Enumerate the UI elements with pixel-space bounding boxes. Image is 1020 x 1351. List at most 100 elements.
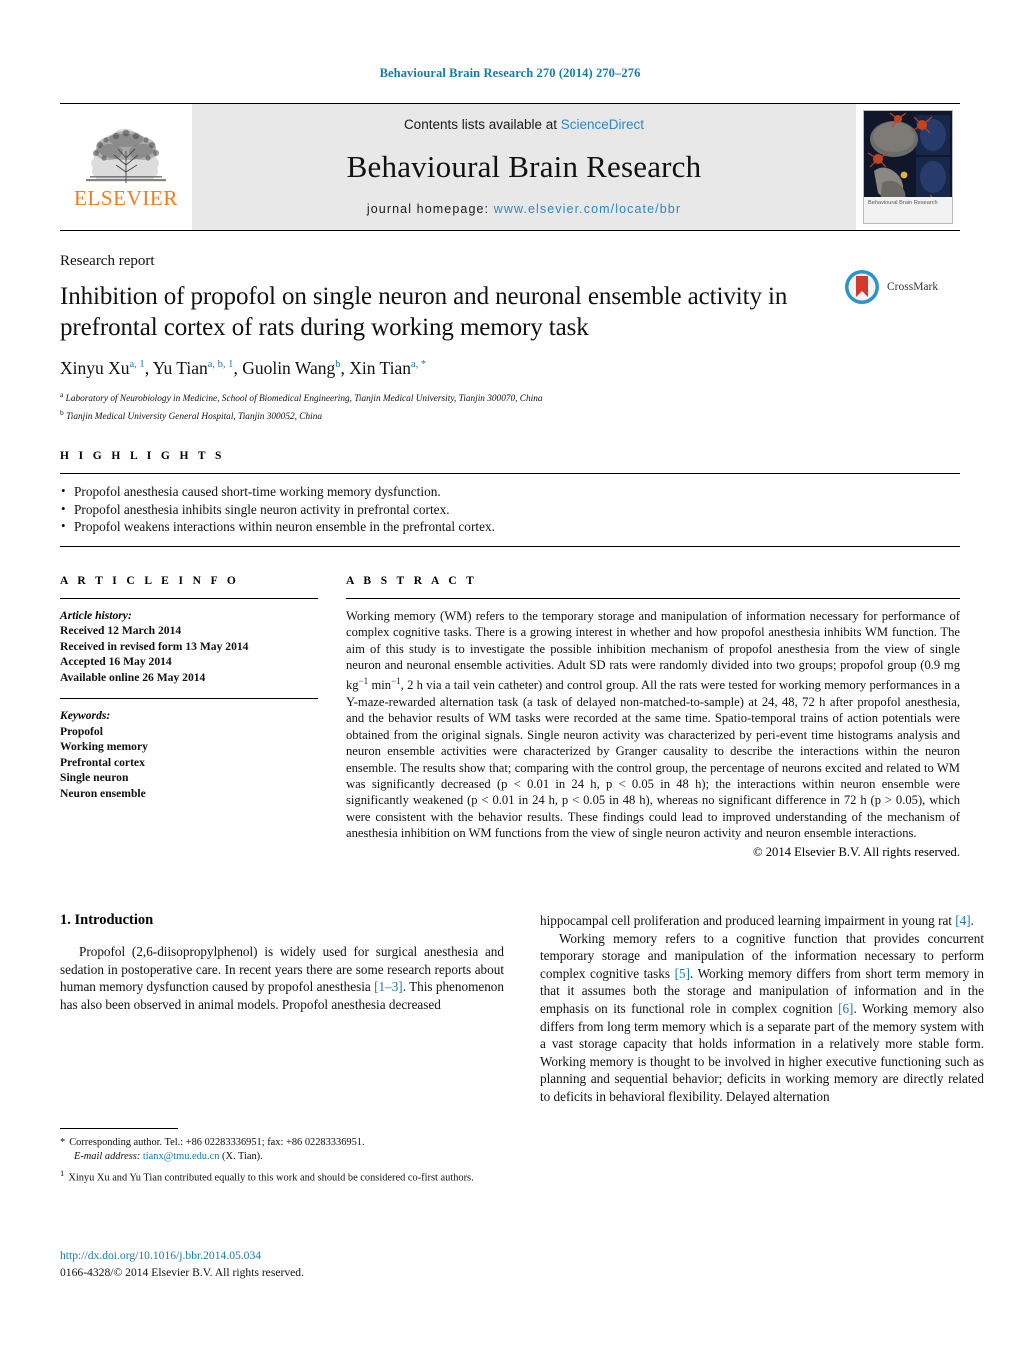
affiliation-text: Tianjin Medical University General Hospi… — [66, 412, 322, 423]
title-block: Research report Inhibition of propofol o… — [60, 253, 960, 424]
history-item: Available online 26 May 2014 — [60, 670, 206, 684]
article-history-heading: Article history: — [60, 608, 132, 622]
citation-link[interactable]: [4] — [955, 913, 970, 928]
affiliation-item: b Tianjin Medical University General Hos… — [60, 406, 960, 424]
highlights-list: Propofol anesthesia caused short-time wo… — [60, 473, 960, 547]
article-info-rule — [60, 597, 318, 599]
citation-link[interactable]: [1–3] — [374, 979, 403, 994]
journal-masthead: ELSEVIER Contents lists available at Sci… — [60, 103, 960, 231]
abstract-part-2: min — [368, 678, 392, 693]
intro-right2-text-c: . Working memory also differs from long … — [540, 1000, 984, 1104]
abstract-column: A B S T R A C T Working memory (WM) refe… — [346, 575, 960, 860]
article-page: Behavioural Brain Research 270 (2014) 27… — [0, 0, 1020, 1351]
footnote-rule — [60, 1128, 178, 1129]
footnote-equal-text: Xinyu Xu and Yu Tian contributed equally… — [68, 1172, 474, 1184]
running-head: Behavioural Brain Research 270 (2014) 27… — [379, 66, 641, 80]
author-name: Guolin Wang — [242, 358, 336, 378]
author-affil-marker: a, * — [411, 359, 427, 371]
article-info-heading: A R T I C L E I N F O — [60, 574, 240, 587]
keyword-item: Working memory — [60, 740, 148, 754]
doi-link[interactable]: http://dx.doi.org/10.1016/j.bbr.2014.05.… — [60, 1248, 530, 1263]
issn-copyright-line: 0166-4328/© 2014 Elsevier B.V. All right… — [60, 1266, 304, 1279]
email-label: E-mail address: — [74, 1151, 141, 1162]
keyword-item: Prefrontal cortex — [60, 755, 145, 769]
highlights-section: H I G H L I G H T S Propofol anesthesia … — [60, 450, 960, 547]
highlight-item: Propofol weakens interactions within neu… — [60, 517, 960, 536]
history-item: Received 12 March 2014 — [60, 624, 182, 638]
footnote-marker-star: * — [60, 1137, 66, 1148]
author-affil-marker: a, 1 — [129, 359, 145, 371]
author-name: Yu Tian — [152, 358, 208, 378]
footnote-corresponding-text: Corresponding author. Tel.: +86 02283336… — [69, 1137, 365, 1148]
journal-homepage-line: journal homepage: www.elsevier.com/locat… — [367, 202, 681, 216]
homepage-url-link[interactable]: www.elsevier.com/locate/bbr — [494, 202, 681, 216]
contents-prefix: Contents lists available at — [403, 117, 561, 132]
abstract-heading: A B S T R A C T — [346, 574, 478, 587]
elsevier-logo: ELSEVIER — [60, 104, 192, 230]
crossmark-icon — [845, 270, 879, 304]
abstract-sup-2: −1 — [391, 676, 401, 687]
affiliation-list: a Laboratory of Neurobiology in Medicine… — [60, 388, 960, 424]
author-name: Xin Tian — [349, 358, 412, 378]
abstract-rule — [346, 597, 960, 599]
author-name: Xinyu Xu — [60, 358, 130, 378]
keywords-block: Keywords: Propofol Working memory Prefro… — [60, 698, 318, 801]
email-suffix: (X. Tian). — [219, 1151, 263, 1162]
info-abstract-row: A R T I C L E I N F O Article history: R… — [60, 575, 960, 860]
crossmark-badge[interactable]: CrossMark — [842, 267, 960, 307]
abstract-part-3: , 2 h via a tail vein catheter) and cont… — [346, 678, 960, 841]
footnote-email-line: E-mail address: tianx@tmu.edu.cn (X. Tia… — [60, 1150, 504, 1164]
highlight-item: Propofol anesthesia inhibits single neur… — [60, 500, 960, 519]
intro-right-text-a: hippocampal cell proliferation and produ… — [540, 912, 956, 928]
footnote-equal-contribution: 1 Xinyu Xu and Yu Tian contributed equall… — [60, 1166, 504, 1185]
page-title: Inhibition of propofol on single neuron … — [60, 283, 788, 341]
journal-cover-thumbnail: Behavioural Brain Research — [863, 110, 953, 224]
affiliation-item: a Laboratory of Neurobiology in Medicine… — [60, 388, 960, 406]
email-link[interactable]: tianx@tmu.edu.cn — [143, 1151, 220, 1162]
article-info-column: A R T I C L E I N F O Article history: R… — [60, 575, 318, 860]
body-columns: 1. Introduction Propofol (2,6-diisopropy… — [60, 912, 984, 1106]
affiliation-text: Laboratory of Neurobiology in Medicine, … — [65, 394, 543, 405]
sciencedirect-link[interactable]: ScienceDirect — [561, 117, 644, 132]
keywords-heading: Keywords: — [60, 709, 111, 723]
keyword-item: Single neuron — [60, 771, 129, 785]
crossmark-label: CrossMark — [887, 281, 939, 293]
doi-block: http://dx.doi.org/10.1016/j.bbr.2014.05.… — [60, 1248, 530, 1281]
history-item: Accepted 16 May 2014 — [60, 655, 172, 669]
keyword-item: Neuron ensemble — [60, 786, 146, 800]
affiliation-marker: b — [60, 408, 64, 418]
abstract-sup-1: −1 — [358, 676, 369, 687]
body-column-right: hippocampal cell proliferation and produ… — [540, 912, 984, 1106]
contents-list-line: Contents lists available at ScienceDirec… — [404, 117, 644, 132]
intro-right-text-b: . — [970, 912, 974, 928]
footnote-marker-one: 1 — [60, 1168, 65, 1178]
footnote-block: * Corresponding author. Tel.: +86 0228333… — [60, 1128, 504, 1185]
intro-paragraph-right-1: hippocampal cell proliferation and produ… — [540, 912, 984, 930]
masthead-center: Contents lists available at ScienceDirec… — [192, 104, 856, 230]
section-heading-introduction: 1. Introduction — [60, 911, 154, 928]
article-type: Research report — [60, 253, 155, 269]
affiliation-marker: a — [60, 390, 64, 399]
history-item: Received in revised form 13 May 2014 — [60, 639, 249, 653]
journal-cover-cell: Behavioural Brain Research — [856, 104, 960, 230]
author-affil-marker: b — [335, 359, 341, 371]
citation-link[interactable]: [5] — [675, 966, 690, 981]
highlight-item: Propofol anesthesia caused short-time wo… — [60, 482, 960, 501]
abstract-text: Working memory (WM) refers to the tempor… — [346, 608, 960, 842]
author-list: Xinyu Xua, 1, Yu Tiana, b, 1, Guolin Wan… — [60, 358, 427, 378]
journal-title: Behavioural Brain Research — [346, 149, 702, 184]
keyword-item: Propofol — [60, 724, 103, 738]
body-column-left: 1. Introduction Propofol (2,6-diisopropy… — [60, 912, 504, 1106]
homepage-prefix: journal homepage: — [366, 202, 490, 216]
citation-link[interactable]: [6] — [838, 1001, 853, 1016]
cover-caption: Behavioural Brain Research — [864, 197, 952, 223]
highlights-heading: H I G H L I G H T S — [60, 450, 225, 463]
elsevier-wordmark: ELSEVIER — [74, 186, 178, 210]
author-affil-marker: a, b, 1 — [207, 359, 234, 371]
abstract-copyright: © 2014 Elsevier B.V. All rights reserved… — [753, 844, 960, 859]
footnote-corresponding-author: * Corresponding author. Tel.: +86 0228333… — [60, 1136, 504, 1150]
elsevier-tree-icon — [86, 129, 166, 183]
intro-paragraph-left: Propofol (2,6-diisopropylphenol) is wide… — [60, 943, 504, 1013]
intro-paragraph-right-2: Working memory refers to a cognitive fun… — [540, 930, 984, 1106]
